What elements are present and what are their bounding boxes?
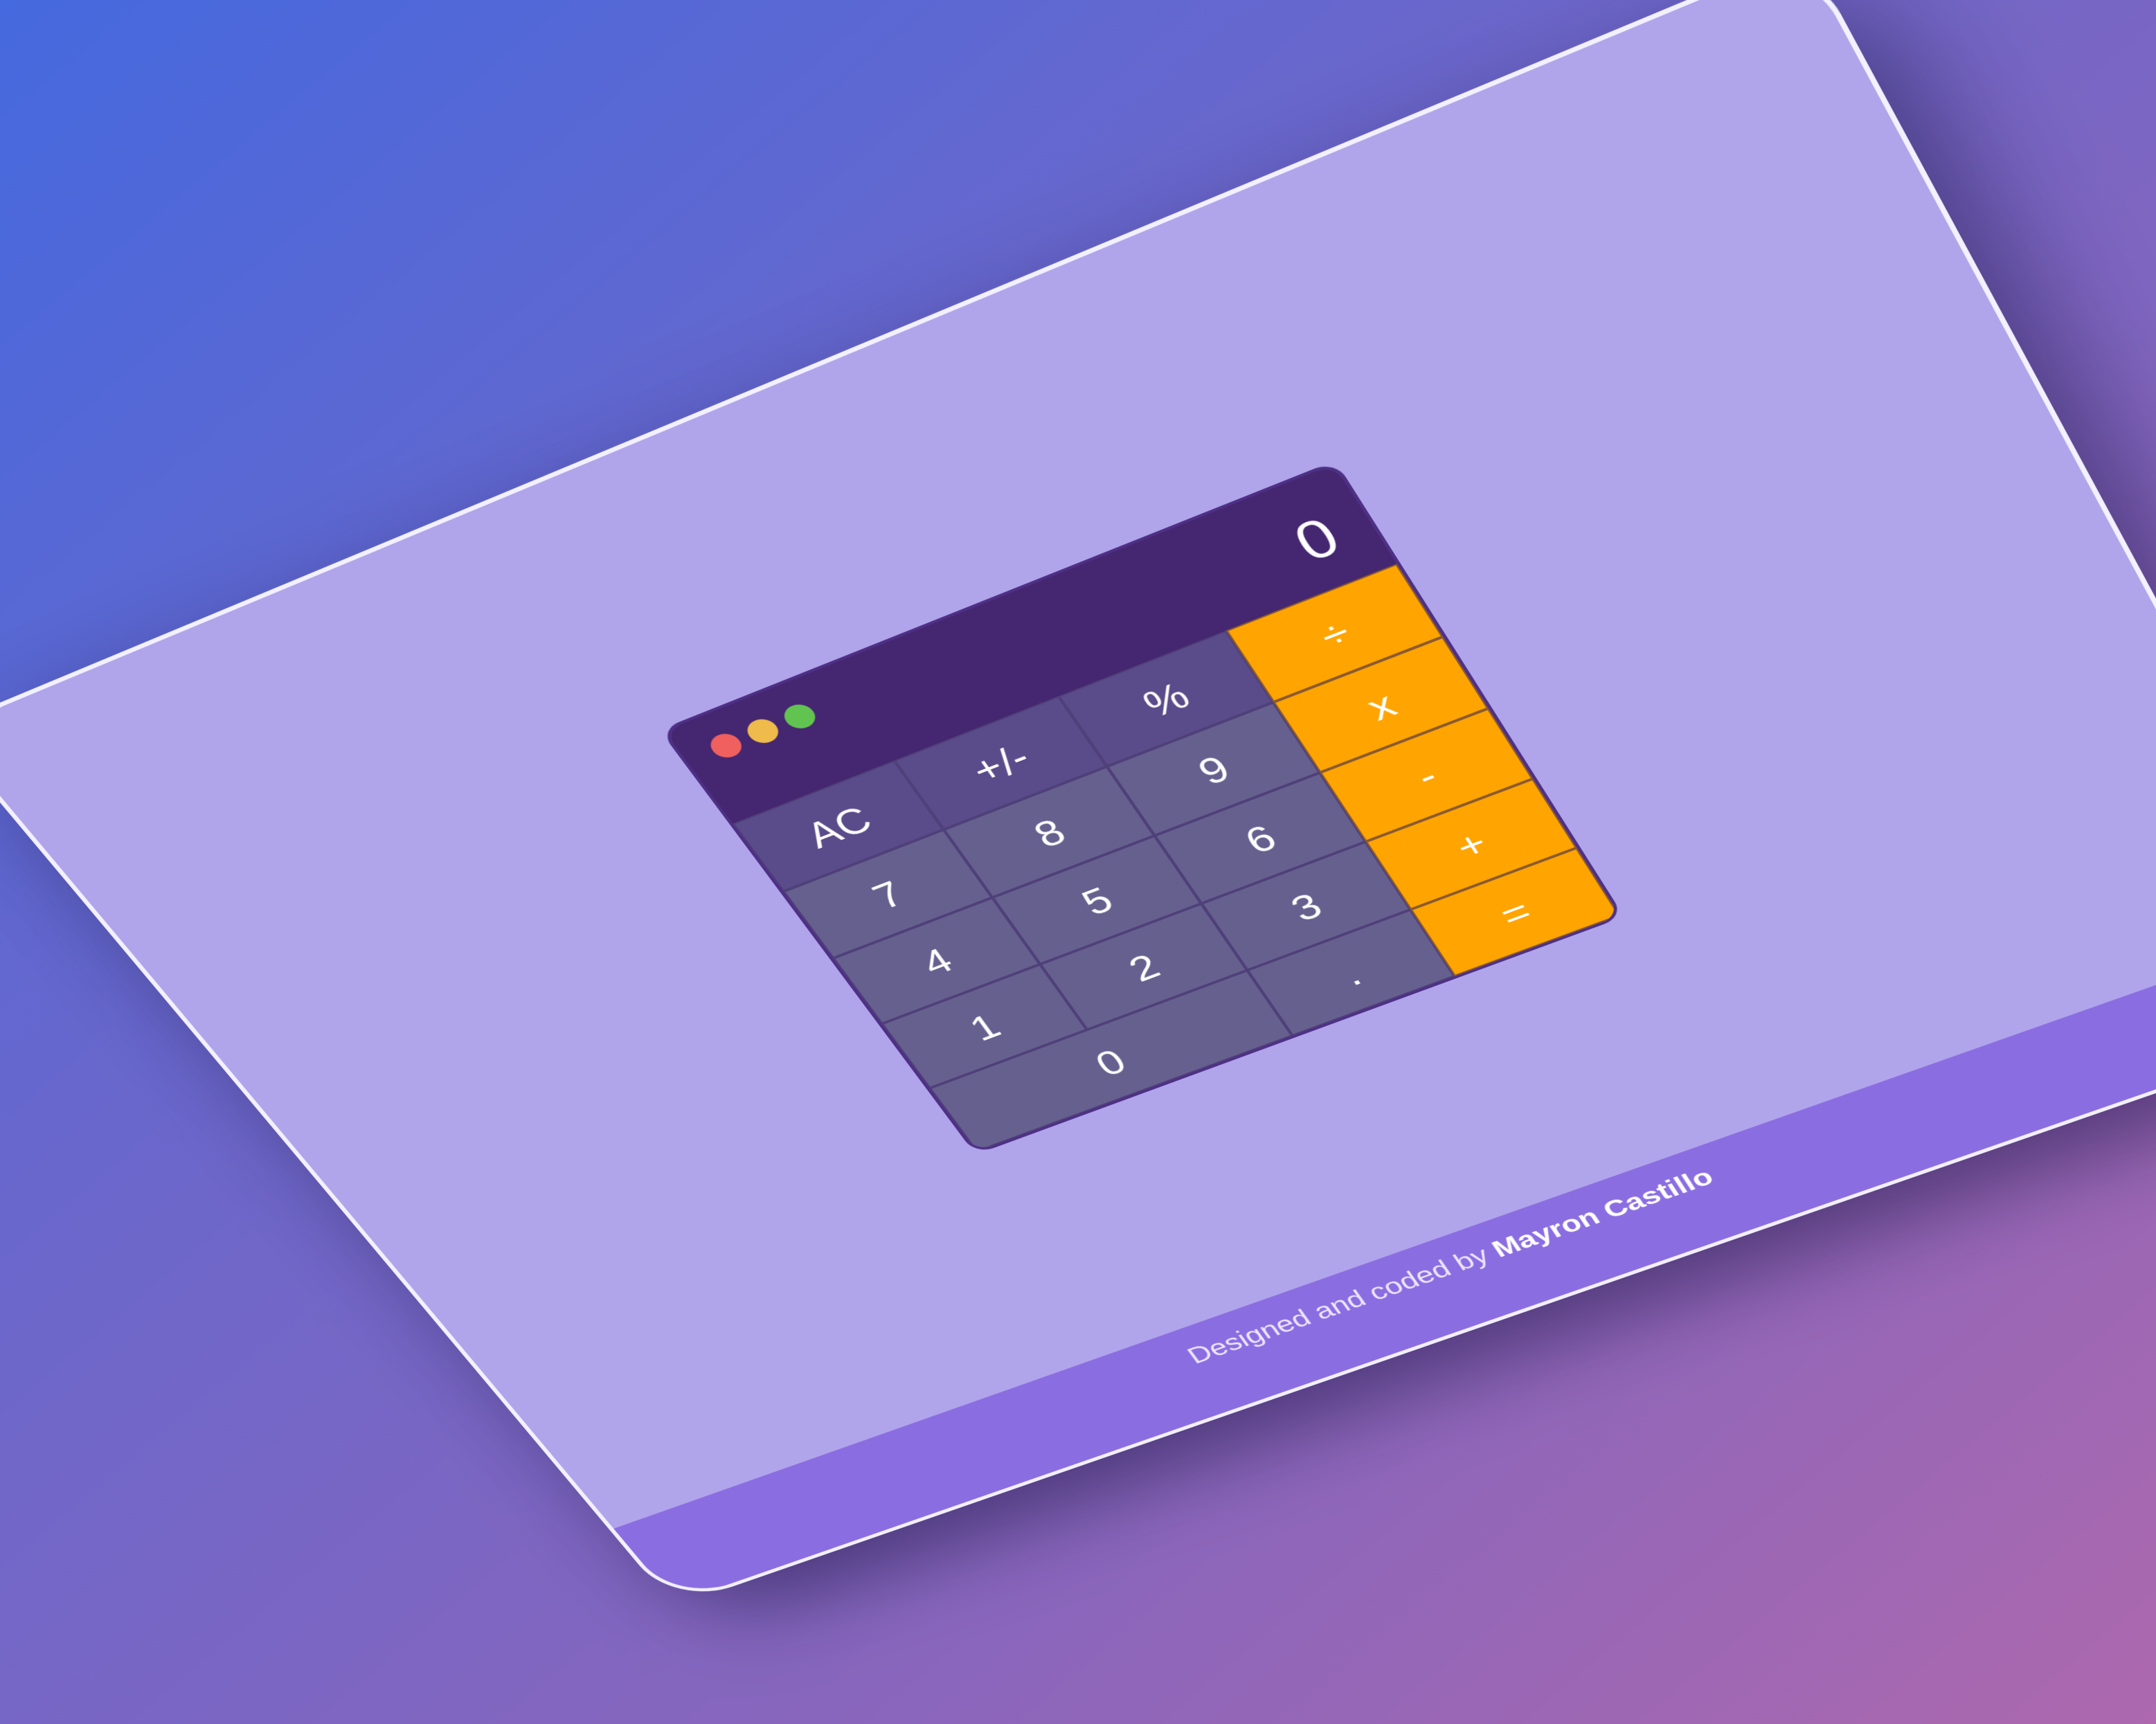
footer-credit: Designed and coded by Mayron Castillo bbox=[625, 942, 2156, 1563]
minimize-window-dot-icon[interactable] bbox=[742, 715, 784, 747]
close-window-dot-icon[interactable] bbox=[705, 730, 747, 762]
footer-author-name[interactable]: Mayron Castillo bbox=[1487, 1164, 1718, 1262]
calculator-display: 0 bbox=[1282, 505, 1351, 573]
app-viewport: 0 AC +/- % ÷ 7 8 9 x 4 5 6 - 1 2 3 + 0 .… bbox=[0, 0, 2156, 1607]
calculator: 0 AC +/- % ÷ 7 8 9 x 4 5 6 - 1 2 3 + 0 .… bbox=[664, 464, 1620, 1152]
footer-credit-prefix: Designed and coded by bbox=[1182, 1239, 1502, 1369]
device-screen: 0 AC +/- % ÷ 7 8 9 x 4 5 6 - 1 2 3 + 0 .… bbox=[0, 0, 2156, 1607]
scene: 0 AC +/- % ÷ 7 8 9 x 4 5 6 - 1 2 3 + 0 .… bbox=[0, 0, 2156, 1724]
footer: Designed and coded by Mayron Castillo bbox=[613, 924, 2156, 1603]
maximize-window-dot-icon[interactable] bbox=[778, 700, 821, 733]
